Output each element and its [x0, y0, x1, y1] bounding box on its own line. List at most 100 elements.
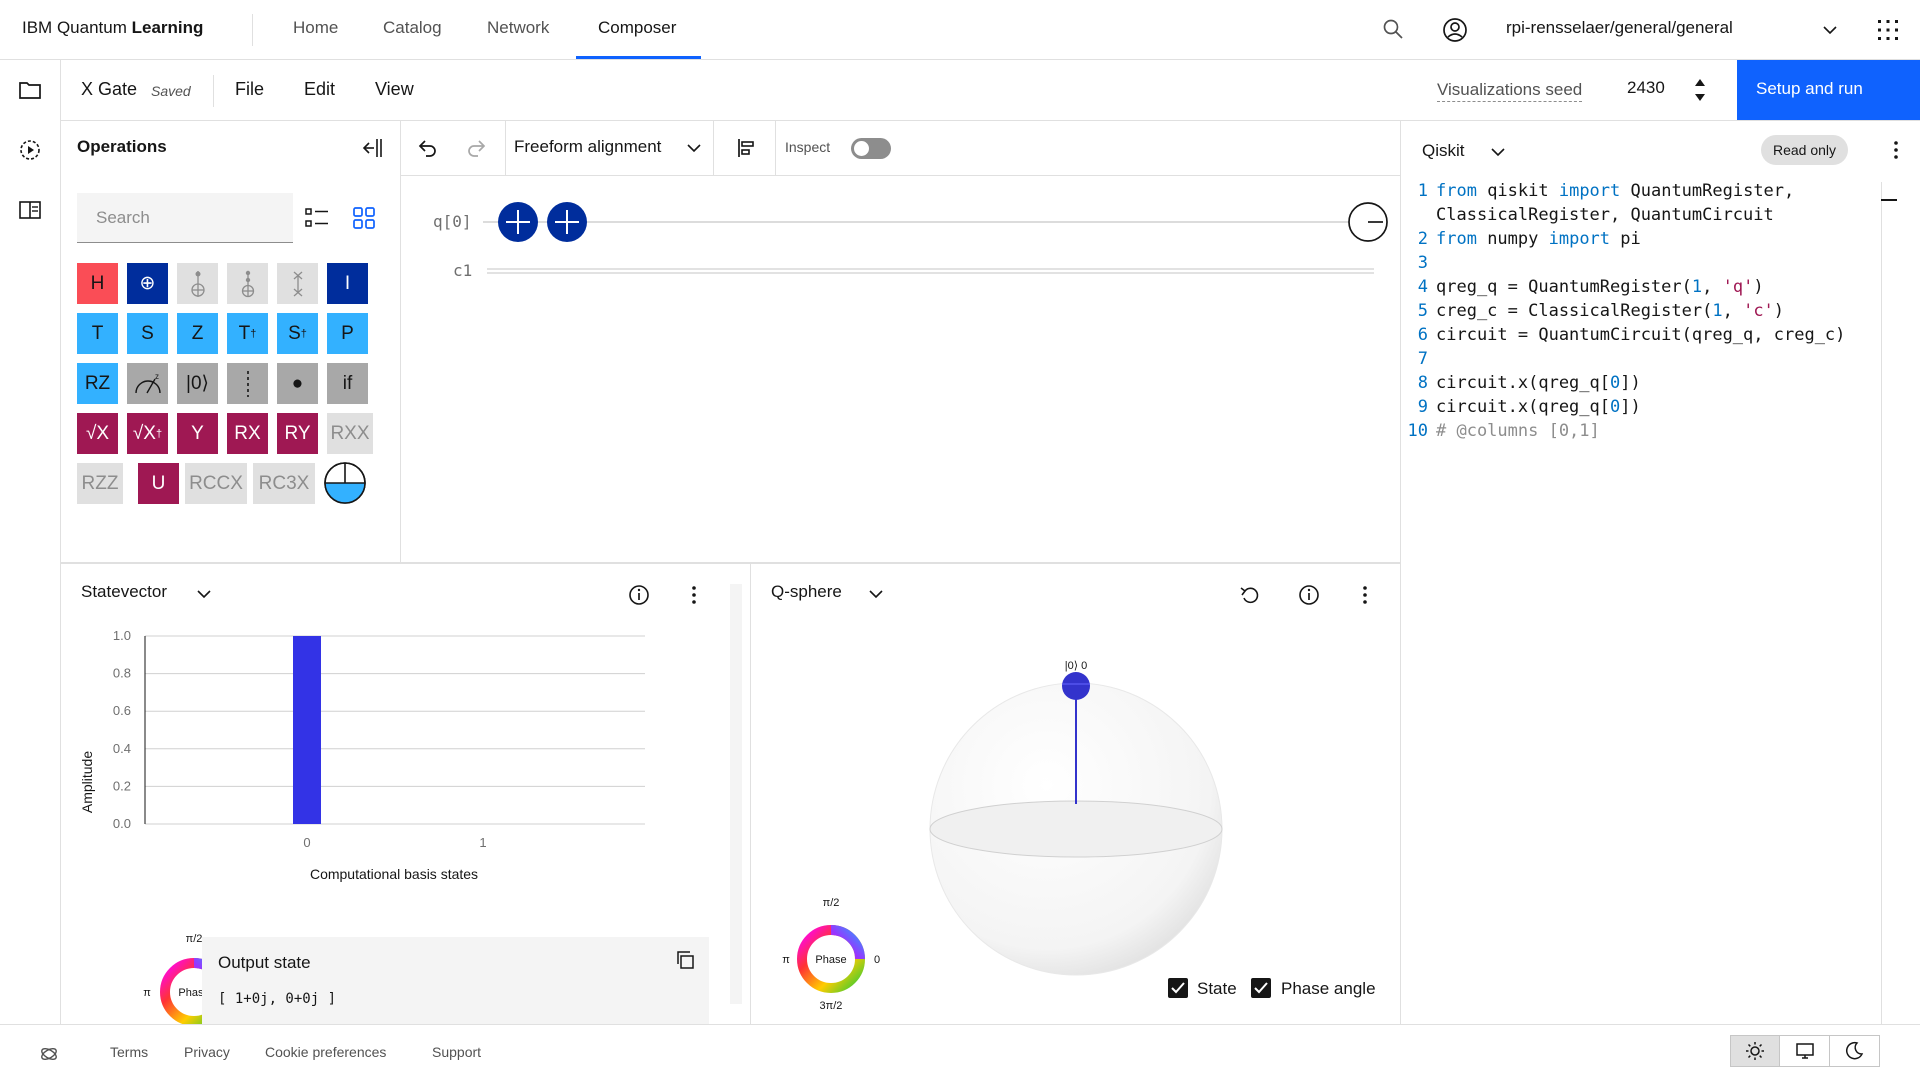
grid-view-icon[interactable] — [351, 205, 377, 231]
panel-icon[interactable] — [17, 197, 43, 223]
overflow-menu-icon[interactable] — [1357, 583, 1373, 607]
gate-barrier[interactable] — [227, 363, 268, 404]
theme-dark-button[interactable] — [1830, 1036, 1879, 1066]
gate-tdagger[interactable]: T † — [227, 313, 268, 354]
reset-view-icon[interactable] — [1238, 583, 1262, 607]
chevron-down-icon[interactable] — [1488, 142, 1508, 162]
footer-link-support[interactable]: Support — [432, 1044, 481, 1060]
visualizations-seed-label[interactable]: Visualizations seed — [1437, 80, 1583, 102]
statevector-dropdown[interactable]: Statevector — [81, 582, 167, 602]
chevron-down-icon[interactable] — [866, 584, 886, 604]
circuit-canvas[interactable]: q[0] c1 — [401, 176, 1400, 563]
history-icon[interactable] — [17, 137, 43, 163]
gate-i[interactable]: I — [327, 263, 368, 304]
nav-composer[interactable]: Composer — [598, 18, 676, 38]
gate-sdagger[interactable]: S † — [277, 313, 318, 354]
collapse-panel-icon[interactable] — [361, 137, 383, 159]
chevron-down-icon[interactable] — [194, 584, 214, 604]
qsphere-dropdown[interactable]: Q-sphere — [771, 582, 842, 602]
footer-link-privacy[interactable]: Privacy — [184, 1044, 230, 1060]
gate-gate[interactable]: ● — [277, 363, 318, 404]
qsphere-visualization[interactable]: |0⟩ 0 π/2 π 0 3π/2 Phase — [751, 624, 1400, 1024]
nav-catalog[interactable]: Catalog — [383, 18, 442, 38]
statevector-scrollbar[interactable] — [730, 584, 742, 1004]
x-gate-1[interactable] — [498, 202, 538, 242]
copy-icon[interactable] — [674, 949, 696, 971]
gate-rccx[interactable]: RCCX — [185, 463, 247, 504]
gate-label: RX — [234, 422, 261, 444]
gate-h[interactable]: H — [77, 263, 118, 304]
overflow-menu-icon[interactable] — [1888, 138, 1904, 162]
code-scrollbar[interactable] — [1881, 182, 1882, 1024]
undo-icon[interactable] — [415, 136, 439, 160]
overflow-menu-icon[interactable] — [686, 583, 702, 607]
list-view-icon[interactable] — [304, 205, 330, 231]
gate-gate[interactable]: ⊕ — [127, 263, 168, 304]
menu-view[interactable]: View — [375, 79, 414, 100]
nav-network[interactable]: Network — [487, 18, 549, 38]
code-language-dropdown[interactable]: Qiskit — [1422, 141, 1465, 161]
info-icon[interactable] — [627, 583, 651, 607]
toolbar-divider — [213, 75, 214, 107]
phase-angle-checkbox[interactable] — [1251, 978, 1271, 998]
gate-rz[interactable]: RZ — [77, 363, 118, 404]
qubit-end-icon[interactable] — [1348, 202, 1388, 242]
phase-bottom-label: 3π/2 — [820, 1000, 843, 1012]
theme-light-button[interactable] — [1731, 1036, 1781, 1066]
gate-x[interactable]: √X — [77, 413, 118, 454]
custom-gate-icon — [323, 461, 367, 505]
gate-rxx[interactable]: RXX — [327, 413, 373, 454]
footer-link-terms[interactable]: Terms — [110, 1044, 148, 1060]
gate-toffoli[interactable] — [227, 263, 268, 304]
gate-z[interactable]: Z — [177, 313, 218, 354]
state-checkbox[interactable] — [1168, 978, 1188, 998]
gate-rx[interactable]: RX — [227, 413, 268, 454]
workspace-selector[interactable]: rpi-rensselaer/general/general — [1506, 18, 1733, 38]
gate-t[interactable]: T — [77, 313, 118, 354]
gate-u[interactable]: U — [138, 463, 179, 504]
gate-rc3x[interactable]: RC3X — [253, 463, 315, 504]
menu-edit[interactable]: Edit — [304, 79, 335, 100]
code-line: ClassicalRegister, QuantumCircuit — [1436, 205, 1774, 225]
nav-home[interactable]: Home — [293, 18, 338, 38]
circuit-name[interactable]: X Gate — [81, 79, 137, 100]
ibm-quantum-logo-icon[interactable] — [39, 1044, 59, 1064]
gate-cnot[interactable] — [177, 263, 218, 304]
brand-logo[interactable]: IBM Quantum Learning — [22, 18, 203, 38]
menu-file[interactable]: File — [235, 79, 264, 100]
chevron-down-icon[interactable] — [684, 138, 704, 158]
gate-rzz[interactable]: RZZ — [77, 463, 123, 504]
gate-y[interactable]: Y — [177, 413, 218, 454]
gate-s[interactable]: S — [127, 313, 168, 354]
gate-custom-gate[interactable] — [323, 461, 367, 505]
gate-0[interactable]: |0⟩ — [177, 363, 218, 404]
align-left-icon[interactable] — [735, 136, 759, 160]
alignment-dropdown[interactable]: Freeform alignment — [514, 137, 661, 157]
toggle-knob — [854, 141, 869, 156]
phase-angle-checkbox-label[interactable]: Phase angle — [1281, 979, 1376, 999]
gate-xdagger[interactable]: √X † — [127, 413, 168, 454]
folder-icon[interactable] — [17, 77, 43, 103]
operations-search-input[interactable] — [77, 193, 293, 243]
footer-link-cookies[interactable]: Cookie preferences — [265, 1044, 386, 1060]
gate-swap[interactable] — [277, 263, 318, 304]
x-gate-2[interactable] — [547, 202, 587, 242]
inspect-toggle[interactable] — [851, 138, 891, 159]
setup-and-run-button[interactable]: Setup and run — [1737, 60, 1920, 120]
info-icon[interactable] — [1297, 583, 1321, 607]
chevron-down-icon[interactable] — [1820, 20, 1840, 40]
seed-stepper-icon[interactable] — [1692, 75, 1708, 105]
app-switcher-icon[interactable] — [1876, 18, 1900, 42]
state-point-0[interactable] — [1062, 672, 1090, 700]
state-checkbox-label[interactable]: State — [1197, 979, 1237, 999]
gate-p[interactable]: P — [327, 313, 368, 354]
chart-bar[interactable] — [293, 636, 321, 824]
user-avatar-icon[interactable] — [1442, 17, 1468, 43]
gate-measure-z[interactable]: z — [127, 363, 168, 404]
gate-if[interactable]: if — [327, 363, 368, 404]
gate-ry[interactable]: RY — [277, 413, 318, 454]
theme-system-button[interactable] — [1780, 1036, 1830, 1066]
redo-icon[interactable] — [465, 136, 489, 160]
search-icon[interactable] — [1381, 17, 1405, 41]
seed-value[interactable]: 2430 — [1627, 78, 1665, 98]
